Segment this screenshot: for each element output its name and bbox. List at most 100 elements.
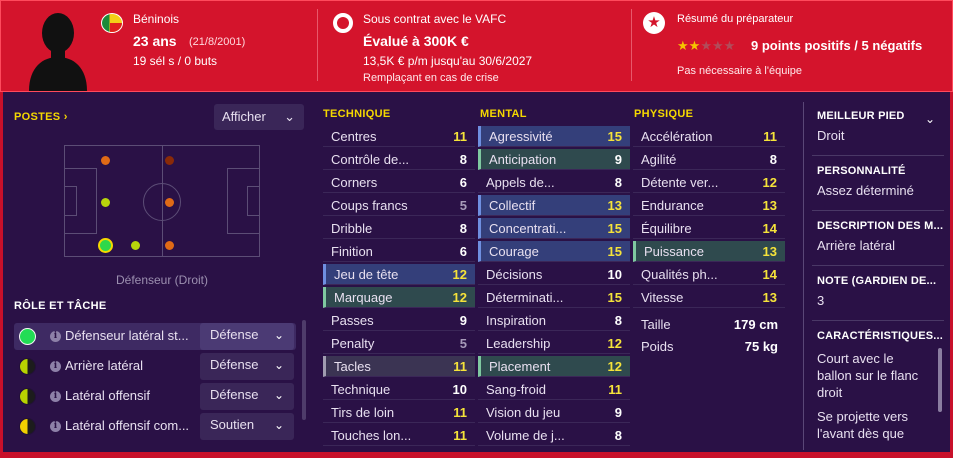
position-dot[interactable]	[165, 156, 174, 165]
attribute-row[interactable]: Collectif 13	[478, 195, 630, 216]
traits-scrollbar[interactable]	[938, 348, 942, 412]
attribute-row[interactable]: Équilibre 14	[633, 218, 785, 239]
attribute-value: 5	[459, 198, 467, 213]
attribute-row[interactable]: Inspiration 8	[478, 310, 630, 331]
frame-border	[0, 452, 953, 458]
show-button[interactable]: Afficher ⌄	[214, 104, 304, 130]
attribute-row[interactable]: Accélération 11	[633, 126, 785, 147]
attribute-row[interactable]: Qualités ph... 14	[633, 264, 785, 285]
technique-heading: TECHNIQUE	[323, 108, 391, 120]
role-row[interactable]: i Latéral offensif com... Soutien ⌄	[14, 413, 296, 440]
attribute-name: Concentrati...	[489, 221, 567, 236]
attribute-row[interactable]: Penalty 5	[323, 333, 475, 354]
info-icon[interactable]: i	[50, 391, 61, 402]
position-dot[interactable]	[131, 241, 140, 250]
attribute-row[interactable]: Passes 9	[323, 310, 475, 331]
attribute-row[interactable]: Corners 6	[323, 172, 475, 193]
player-header: Béninois 23 ans (21/8/2001) 19 sél s / 0…	[0, 0, 953, 92]
nationality: Béninois	[133, 12, 180, 26]
attribute-value: 12	[607, 359, 622, 374]
info-icon[interactable]: i	[50, 421, 61, 432]
star-badge-icon: ★	[643, 12, 665, 34]
position-dot[interactable]	[101, 156, 110, 165]
attribute-value: 12	[762, 175, 777, 190]
position-dot[interactable]	[165, 241, 174, 250]
attribute-value: 15	[607, 290, 622, 305]
attribute-name: Puissance	[644, 244, 704, 259]
attribute-name: Coups francs	[331, 198, 408, 213]
duty-dropdown[interactable]: Défense ⌄	[200, 353, 294, 380]
role-suitability-icon	[19, 388, 36, 405]
role-suitability-icon	[19, 358, 36, 375]
attribute-row[interactable]: Leadership 12	[478, 333, 630, 354]
rating-title: NOTE (GARDIEN DE...	[817, 275, 937, 287]
star-full-icon: ★	[688, 38, 701, 53]
role-row[interactable]: i Défenseur latéral st... Défense ⌄	[14, 323, 296, 350]
benin-flag-icon	[101, 13, 123, 33]
duty-dropdown[interactable]: Défense ⌄	[200, 383, 294, 410]
role-row[interactable]: i Arrière latéral Défense ⌄	[14, 353, 296, 380]
attribute-row[interactable]: Endurance 13	[633, 195, 785, 216]
attribute-row[interactable]: Courage 15	[478, 241, 630, 262]
info-icon[interactable]: i	[50, 361, 61, 372]
attribute-value: 8	[769, 152, 777, 167]
attribute-row[interactable]: Technique 10	[323, 379, 475, 400]
info-icon[interactable]: i	[50, 331, 61, 342]
attribute-row[interactable]: Concentrati... 15	[478, 218, 630, 239]
attribute-row[interactable]: Tacles 11	[323, 356, 475, 377]
chevron-down-icon[interactable]: ⌄	[925, 112, 935, 126]
pitch-diagram	[64, 145, 260, 257]
roles-scrollbar[interactable]	[302, 320, 306, 420]
chevron-down-icon: ⌄	[284, 109, 295, 124]
attribute-row[interactable]: Détente ver... 12	[633, 172, 785, 193]
attribute-row[interactable]: Puissance 13	[633, 241, 785, 262]
chevron-down-icon: ⌄	[273, 358, 284, 372]
attribute-row[interactable]: Agressivité 15	[478, 126, 630, 147]
attribute-row[interactable]: Contrôle de... 8	[323, 149, 475, 170]
club-badge-icon[interactable]	[333, 13, 353, 33]
attribute-name: Agressivité	[489, 129, 553, 144]
attribute-name: Anticipation	[489, 152, 557, 167]
attribute-row[interactable]: Volume de j... 8	[478, 425, 630, 446]
attribute-row[interactable]: Finition 6	[323, 241, 475, 262]
attribute-row[interactable]: Agilité 8	[633, 149, 785, 170]
sidebar-separator	[812, 265, 944, 266]
role-row[interactable]: i Latéral offensif Défense ⌄	[14, 383, 296, 410]
attribute-row[interactable]: Dribble 8	[323, 218, 475, 239]
position-dot-selected[interactable]	[98, 238, 113, 253]
attribute-value: 13	[762, 290, 777, 305]
attribute-row[interactable]: Vision du jeu 9	[478, 402, 630, 423]
attribute-row[interactable]: Tirs de loin 11	[323, 402, 475, 423]
attribute-row[interactable]: Vitesse 13	[633, 287, 785, 308]
attribute-row[interactable]: Centres 11	[323, 126, 475, 147]
coach-summary-title[interactable]: Résumé du préparateur	[677, 13, 793, 25]
duty-dropdown[interactable]: Défense ⌄	[200, 323, 294, 350]
duty-dropdown[interactable]: Soutien ⌄	[200, 413, 294, 440]
position-dot[interactable]	[165, 198, 174, 207]
positions-heading[interactable]: POSTES ›	[14, 111, 68, 123]
attribute-row[interactable]: Anticipation 9	[478, 149, 630, 170]
attribute-value: 8	[459, 221, 467, 236]
attribute-value: 11	[453, 428, 467, 443]
mental-heading: MENTAL	[480, 108, 527, 120]
attribute-row[interactable]: Décisions 10	[478, 264, 630, 285]
rating-value: 3	[817, 293, 825, 308]
attribute-row[interactable]: Coups francs 5	[323, 195, 475, 216]
attribute-row[interactable]: Marquage 12	[323, 287, 475, 308]
attribute-value: 11	[453, 359, 467, 374]
attribute-row[interactable]: Placement 12	[478, 356, 630, 377]
attribute-name: Marquage	[334, 290, 393, 305]
attribute-row[interactable]: Jeu de tête 12	[323, 264, 475, 285]
role-name: Arrière latéral	[65, 358, 144, 373]
attribute-name: Agilité	[641, 152, 677, 167]
attribute-name: Jeu de tête	[334, 267, 399, 282]
attribute-name: Appels de...	[486, 175, 555, 190]
caps-goals: 19 sél s / 0 buts	[133, 54, 218, 68]
attribute-row[interactable]: Déterminati... 15	[478, 287, 630, 308]
contract-club[interactable]: Sous contrat avec le VAFC	[363, 12, 506, 26]
attribute-row[interactable]: Sang-froid 11	[478, 379, 630, 400]
attribute-value: 11	[608, 382, 622, 397]
attribute-row[interactable]: Touches lon... 11	[323, 425, 475, 446]
position-dot[interactable]	[101, 198, 110, 207]
attribute-row[interactable]: Appels de... 8	[478, 172, 630, 193]
